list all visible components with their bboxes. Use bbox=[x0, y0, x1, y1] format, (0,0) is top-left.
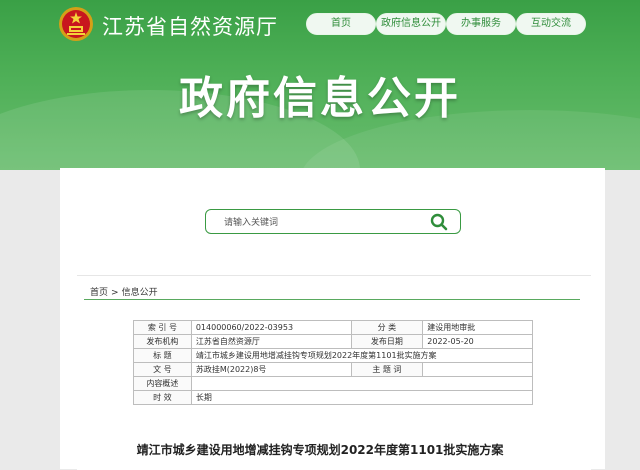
page-title: 政府信息公开 bbox=[179, 73, 461, 124]
date-value: 2022-05-20 bbox=[422, 334, 533, 349]
date-label: 发布日期 bbox=[350, 334, 424, 349]
search-box[interactable]: 请输入关键词 bbox=[205, 209, 461, 234]
publisher-value: 江苏省自然资源厅 bbox=[190, 334, 352, 349]
metadata-table: 索 引 号 014000060/2022-03953 分 类 建设用地审批 发布… bbox=[133, 320, 534, 405]
summary-label: 内容概述 bbox=[133, 376, 192, 391]
keywords-value bbox=[422, 362, 533, 377]
table-row: 标 题 靖江市城乡建设用地增减挂钩专项规划2022年度第1101批实施方案 bbox=[133, 348, 534, 363]
search-input[interactable]: 请输入关键词 bbox=[224, 215, 278, 228]
breadcrumb-home[interactable]: 首页 bbox=[90, 288, 108, 298]
document-title: 靖江市城乡建设用地增减挂钩专项规划2022年度第1101批实施方案 bbox=[136, 443, 504, 457]
search-icon[interactable] bbox=[430, 213, 448, 231]
category-label: 分 类 bbox=[350, 320, 424, 335]
table-row: 发布机构 江苏省自然资源厅 发布日期 2022-05-20 bbox=[133, 334, 533, 349]
header-banner: 江苏省自然资源厅 首页 政府信息公开 办事服务 互动交流 政府信息公开 bbox=[0, 0, 640, 170]
title-label: 标 题 bbox=[133, 348, 192, 363]
nav-gov-info[interactable]: 政府信息公开 bbox=[376, 13, 446, 35]
keywords-label: 主 题 词 bbox=[350, 362, 424, 377]
breadcrumb-separator: > bbox=[111, 288, 119, 298]
index-label: 索 引 号 bbox=[133, 320, 192, 335]
breadcrumb: 首页 > 信息公开 bbox=[90, 285, 161, 298]
divider bbox=[84, 299, 580, 300]
summary-value bbox=[190, 376, 534, 391]
table-row: 时 效 长期 bbox=[133, 390, 534, 405]
docno-label: 文 号 bbox=[133, 362, 192, 377]
table-row: 文 号 苏政挂M(2022)8号 主 题 词 bbox=[133, 362, 533, 377]
nav-home[interactable]: 首页 bbox=[306, 13, 376, 35]
table-row: 内容概述 bbox=[133, 376, 534, 391]
table-row: 索 引 号 014000060/2022-03953 分 类 建设用地审批 bbox=[133, 320, 533, 335]
site-title[interactable]: 江苏省自然资源厅 bbox=[102, 11, 278, 41]
category-value: 建设用地审批 bbox=[422, 320, 533, 335]
nav-services[interactable]: 办事服务 bbox=[446, 13, 516, 35]
nav-interaction[interactable]: 互动交流 bbox=[516, 13, 586, 35]
national-emblem-icon bbox=[59, 7, 93, 41]
validity-label: 时 效 bbox=[133, 390, 192, 405]
publisher-label: 发布机构 bbox=[133, 334, 192, 349]
breadcrumb-current[interactable]: 信息公开 bbox=[122, 288, 158, 298]
index-value: 014000060/2022-03953 bbox=[190, 320, 352, 335]
title-value: 靖江市城乡建设用地增减挂钩专项规划2022年度第1101批实施方案 bbox=[190, 348, 534, 363]
docno-value: 苏政挂M(2022)8号 bbox=[190, 362, 352, 377]
validity-value: 长期 bbox=[190, 390, 534, 405]
